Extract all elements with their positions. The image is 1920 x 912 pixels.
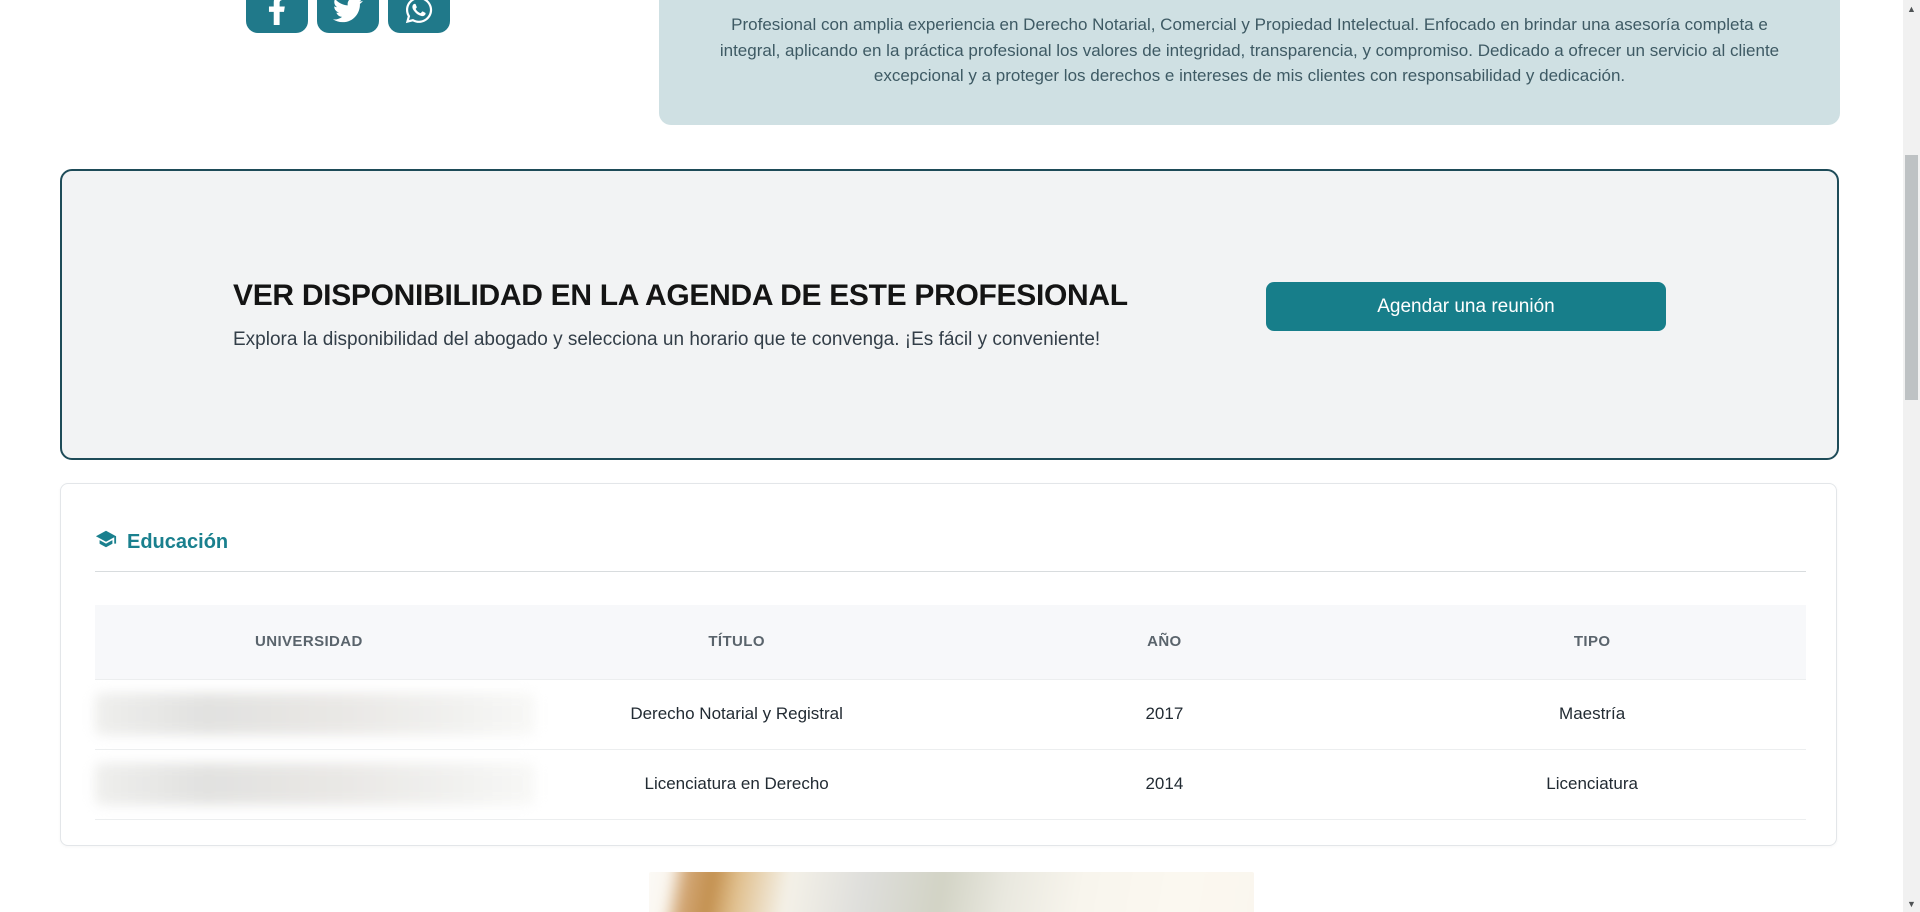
graduation-cap-icon [95,528,117,556]
column-header-tipo: TIPO [1378,605,1806,679]
cell-universidad [95,748,535,820]
cell-titulo: Licenciatura en Derecho [522,748,951,820]
education-section: Educación UNIVERSIDAD TÍTULO AÑO TIPO De… [60,483,1837,846]
scrollbar-thumb[interactable] [1905,155,1918,400]
scrollbar-down-arrow[interactable]: ▼ [1903,895,1920,912]
cell-tipo: Maestría [1378,678,1806,749]
column-header-titulo: TÍTULO [522,605,951,679]
availability-title: VER DISPONIBILIDAD EN LA AGENDA DE ESTE … [233,278,1128,312]
education-table-header-row: UNIVERSIDAD TÍTULO AÑO TIPO [95,605,1806,679]
availability-text-block: VER DISPONIBILIDAD EN LA AGENDA DE ESTE … [233,279,1128,351]
lawyer-profile-page: Profesional con amplia experiencia en De… [0,0,1920,912]
cell-titulo: Derecho Notarial y Registral [522,678,951,749]
education-title-row: Educación [95,528,1806,556]
profile-photo-cropped [649,872,1254,912]
redacted-university-name [95,693,535,735]
table-row: Derecho Notarial y Registral 2017 Maestr… [95,678,1806,749]
whatsapp-icon [404,0,434,28]
blurred-photo-image [649,872,1254,912]
education-divider [95,571,1806,572]
facebook-icon [262,0,292,28]
social-share-row [246,0,450,33]
cell-ano: 2017 [950,678,1379,749]
availability-banner: VER DISPONIBILIDAD EN LA AGENDA DE ESTE … [60,169,1839,460]
scrollbar[interactable]: ▲ ▼ [1903,0,1920,912]
professional-bio-box: Profesional con amplia experiencia en De… [659,0,1840,125]
twitter-share-button[interactable] [317,0,379,33]
availability-subtitle: Explora la disponibilidad del abogado y … [233,328,1101,350]
twitter-icon [333,0,363,28]
column-header-universidad: UNIVERSIDAD [95,605,523,679]
facebook-share-button[interactable] [246,0,308,33]
cell-ano: 2014 [950,748,1379,820]
cell-universidad [95,678,535,749]
professional-bio-text: Profesional con amplia experiencia en De… [719,15,1780,85]
schedule-meeting-button[interactable]: Agendar una reunión [1266,282,1666,331]
whatsapp-share-button[interactable] [388,0,450,33]
redacted-university-name [95,763,535,805]
column-header-ano: AÑO [950,605,1379,679]
table-row: Licenciatura en Derecho 2014 Licenciatur… [95,748,1806,820]
cell-tipo: Licenciatura [1378,748,1806,820]
education-title: Educación [127,530,229,553]
scrollbar-up-arrow[interactable]: ▲ [1903,0,1920,17]
education-table: UNIVERSIDAD TÍTULO AÑO TIPO Derecho Nota… [95,605,1806,820]
